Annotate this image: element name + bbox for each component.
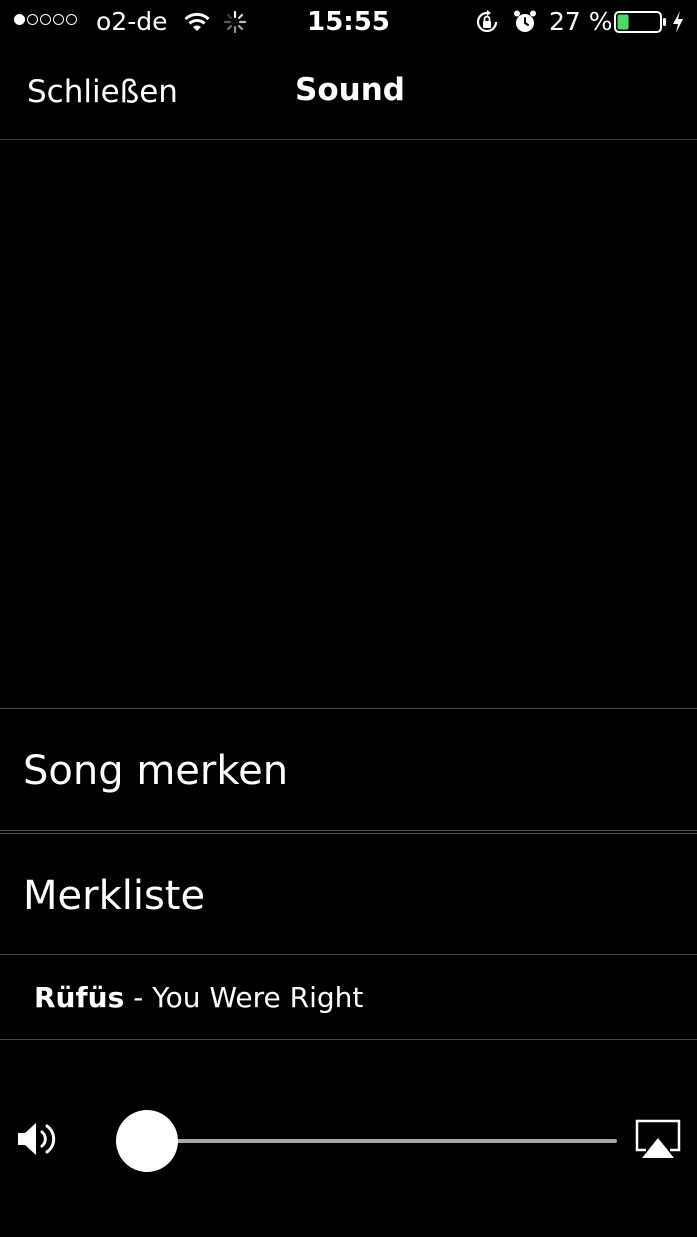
page-title: Sound <box>295 72 405 108</box>
battery-percent: 27 % <box>549 7 613 36</box>
status-bar: o2-de 15:55 27 % <box>0 0 697 44</box>
watchlist-button[interactable]: Merkliste <box>0 833 697 955</box>
charging-bolt-icon <box>673 11 683 33</box>
now-playing: Rüfüs - You Were Right <box>0 955 697 1040</box>
now-playing-track: You Were Right <box>152 981 364 1014</box>
battery-icon <box>614 11 666 33</box>
content-area <box>0 140 697 708</box>
volume-slider-track[interactable] <box>147 1139 617 1143</box>
now-playing-text: Rüfüs - You Were Right <box>34 980 363 1016</box>
save-song-label: Song merken <box>23 748 289 794</box>
orientation-lock-icon <box>476 10 498 33</box>
save-song-button[interactable]: Song merken <box>0 708 697 831</box>
navigation-bar: Schließen Sound <box>0 44 697 140</box>
close-button[interactable]: Schließen <box>27 72 178 112</box>
alarm-icon <box>514 10 536 32</box>
speaker-icon <box>18 1123 56 1155</box>
now-playing-artist: Rüfüs <box>34 981 125 1014</box>
watchlist-label: Merkliste <box>23 873 206 919</box>
now-playing-separator: - <box>124 981 153 1014</box>
volume-control <box>0 1040 697 1237</box>
volume-slider-thumb[interactable] <box>116 1110 178 1172</box>
airplay-icon[interactable] <box>634 1118 682 1160</box>
